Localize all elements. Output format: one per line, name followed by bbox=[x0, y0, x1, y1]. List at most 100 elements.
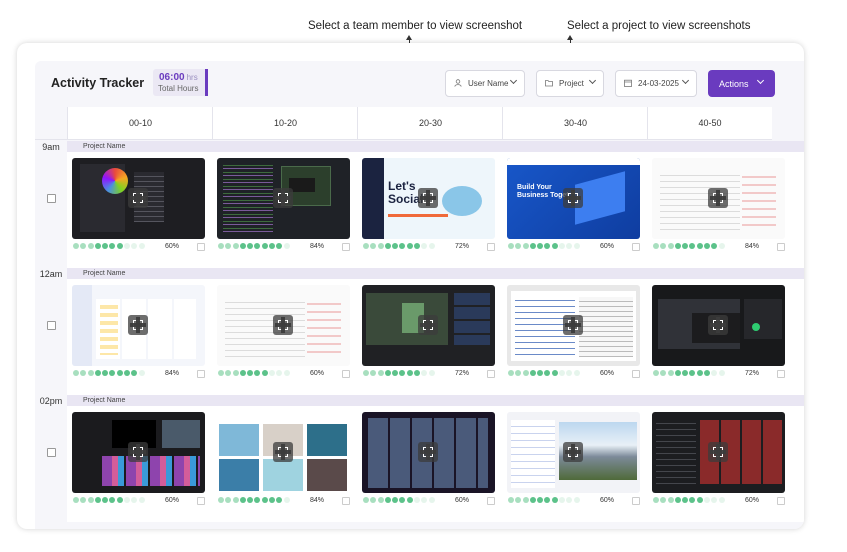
page-title: Activity Tracker bbox=[51, 76, 145, 90]
screenshot-thumbnail[interactable] bbox=[72, 158, 205, 239]
activity-dot bbox=[428, 243, 435, 249]
activity-dots bbox=[363, 497, 436, 505]
activity-dots bbox=[73, 243, 146, 251]
expand-icon[interactable] bbox=[273, 188, 293, 208]
expand-icon[interactable] bbox=[708, 442, 728, 462]
project-name-band: Project Name bbox=[67, 141, 804, 152]
project-select[interactable]: Project bbox=[536, 70, 604, 97]
activity-dot bbox=[704, 243, 711, 249]
column-header: 20-30 bbox=[357, 107, 503, 140]
expand-icon[interactable] bbox=[273, 315, 293, 335]
date-picker[interactable]: 24-03-2025 bbox=[615, 70, 697, 97]
activity-percentage: 84% bbox=[165, 370, 180, 377]
expand-icon[interactable] bbox=[418, 188, 438, 208]
screenshot-thumbnail[interactable]: Let's Social bbox=[362, 158, 495, 239]
screenshot-select-checkbox[interactable] bbox=[632, 243, 640, 251]
activity-percentage: 84% bbox=[745, 243, 760, 250]
screenshot-thumbnail[interactable] bbox=[652, 285, 785, 366]
expand-icon[interactable] bbox=[563, 442, 583, 462]
user-select[interactable]: User Name bbox=[445, 70, 525, 97]
screenshot-select-checkbox[interactable] bbox=[342, 243, 350, 251]
activity-dot bbox=[73, 243, 79, 249]
activity-dot bbox=[80, 370, 87, 376]
activity-dot bbox=[515, 497, 522, 503]
screenshot-select-checkbox[interactable] bbox=[342, 497, 350, 505]
activity-dots bbox=[218, 497, 291, 505]
screenshot-select-checkbox[interactable] bbox=[197, 243, 205, 251]
screenshot-thumbnail[interactable] bbox=[217, 158, 350, 239]
screenshot-cell: 60% bbox=[507, 412, 640, 507]
row-select-checkbox[interactable] bbox=[47, 194, 56, 203]
activity-dot bbox=[87, 243, 94, 249]
activity-dot bbox=[537, 370, 544, 376]
project-name: Project Name bbox=[83, 143, 126, 150]
screenshot-select-checkbox[interactable] bbox=[487, 370, 495, 378]
activity-dot bbox=[363, 243, 369, 249]
screenshot-select-checkbox[interactable] bbox=[342, 370, 350, 378]
activity-dot bbox=[269, 370, 276, 376]
activity-dot bbox=[653, 497, 659, 503]
activity-dot bbox=[80, 243, 87, 249]
activity-dots bbox=[73, 370, 146, 378]
screenshot-select-checkbox[interactable] bbox=[632, 497, 640, 505]
screenshot-thumbnail[interactable]: Build Your Business Toget bbox=[507, 158, 640, 239]
activity-dot bbox=[363, 370, 369, 376]
screenshot-select-checkbox[interactable] bbox=[487, 497, 495, 505]
screenshot-thumbnail[interactable] bbox=[72, 412, 205, 493]
screenshot-cell: 84% bbox=[72, 285, 205, 380]
expand-icon[interactable] bbox=[563, 315, 583, 335]
expand-icon[interactable] bbox=[128, 188, 148, 208]
expand-icon[interactable] bbox=[128, 442, 148, 462]
screenshot-select-checkbox[interactable] bbox=[487, 243, 495, 251]
screenshot-select-checkbox[interactable] bbox=[777, 243, 785, 251]
activity-dot bbox=[508, 370, 514, 376]
screenshot-cell: 84% bbox=[217, 158, 350, 253]
screenshot-thumbnail[interactable] bbox=[72, 285, 205, 366]
screenshot-select-checkbox[interactable] bbox=[197, 370, 205, 378]
screenshot-thumbnail[interactable] bbox=[217, 285, 350, 366]
screenshot-cell: 72% bbox=[652, 285, 785, 380]
expand-icon[interactable] bbox=[418, 315, 438, 335]
activity-dot bbox=[573, 370, 580, 376]
expand-icon[interactable] bbox=[273, 442, 293, 462]
activity-dot bbox=[406, 243, 413, 249]
expand-icon[interactable] bbox=[708, 315, 728, 335]
screenshot-select-checkbox[interactable] bbox=[777, 497, 785, 505]
screenshot-thumbnail[interactable] bbox=[652, 412, 785, 493]
activity-percentage: 72% bbox=[455, 370, 470, 377]
screenshot-select-checkbox[interactable] bbox=[777, 370, 785, 378]
activity-dot bbox=[232, 370, 239, 376]
activity-percentage: 60% bbox=[600, 497, 615, 504]
time-label: 02pm bbox=[39, 396, 63, 406]
expand-icon[interactable] bbox=[418, 442, 438, 462]
activity-dot bbox=[225, 370, 232, 376]
screenshot-cell: 60% bbox=[362, 412, 495, 507]
screenshot-select-checkbox[interactable] bbox=[632, 370, 640, 378]
expand-icon[interactable] bbox=[708, 188, 728, 208]
activity-dots bbox=[218, 243, 291, 251]
activity-dots bbox=[218, 370, 291, 378]
activity-dot bbox=[124, 497, 131, 503]
activity-dot bbox=[544, 497, 551, 503]
activity-dot bbox=[508, 497, 514, 503]
expand-icon[interactable] bbox=[563, 188, 583, 208]
activity-dot bbox=[529, 497, 536, 503]
row-select-checkbox[interactable] bbox=[47, 321, 56, 330]
activity-dots bbox=[363, 370, 436, 378]
screenshot-thumbnail[interactable] bbox=[507, 285, 640, 366]
screenshot-thumbnail[interactable] bbox=[507, 412, 640, 493]
row-select-checkbox[interactable] bbox=[47, 448, 56, 457]
screenshot-select-checkbox[interactable] bbox=[197, 497, 205, 505]
activity-dot bbox=[537, 243, 544, 249]
screenshot-thumbnail[interactable] bbox=[652, 158, 785, 239]
actions-button[interactable]: Actions bbox=[708, 70, 775, 97]
activity-dot bbox=[116, 243, 123, 249]
project-name-band: Project Name bbox=[67, 395, 804, 406]
expand-icon[interactable] bbox=[128, 315, 148, 335]
screenshot-thumbnail[interactable] bbox=[217, 412, 350, 493]
project-select-label: Project bbox=[559, 79, 584, 88]
total-hours-label: Total Hours bbox=[158, 84, 199, 93]
activity-dot bbox=[573, 243, 580, 249]
screenshot-thumbnail[interactable] bbox=[362, 412, 495, 493]
screenshot-thumbnail[interactable] bbox=[362, 285, 495, 366]
